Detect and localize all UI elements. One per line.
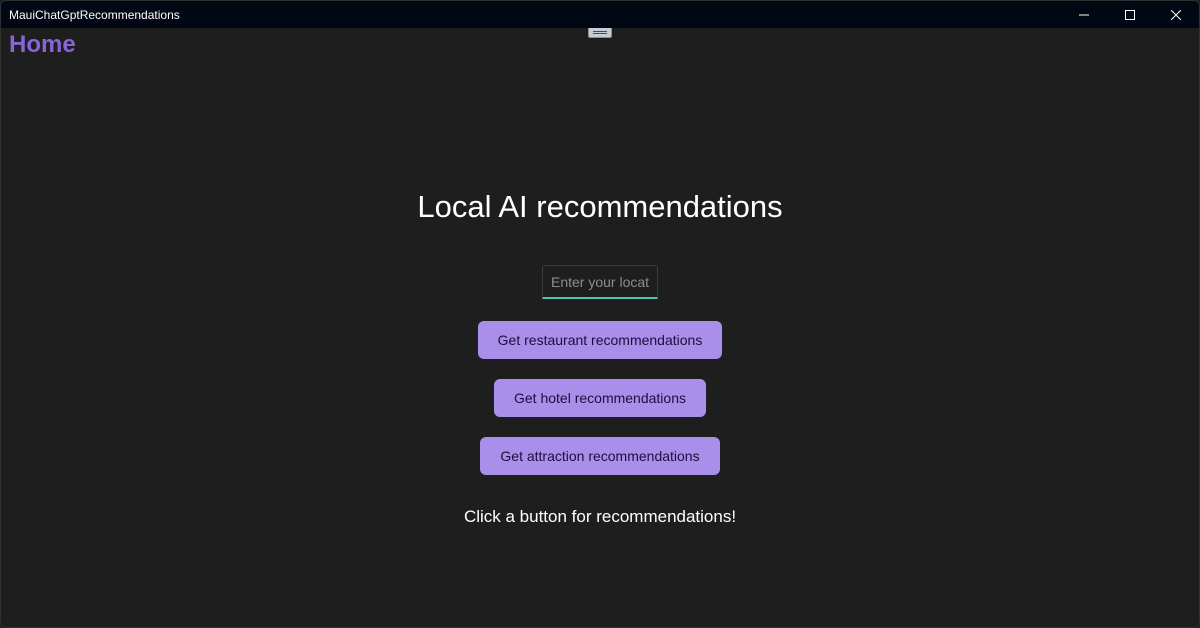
get-attraction-button[interactable]: Get attraction recommendations (480, 437, 719, 475)
maximize-button[interactable] (1107, 1, 1153, 28)
minimize-button[interactable] (1061, 1, 1107, 28)
minimize-icon (1079, 10, 1089, 20)
main-content: Local AI recommendations Get restaurant … (1, 61, 1199, 627)
close-button[interactable] (1153, 1, 1199, 28)
window-title: MauiChatGptRecommendations (9, 8, 180, 22)
nav-home[interactable]: Home (9, 31, 76, 59)
window-controls (1061, 1, 1199, 28)
hamburger-icon (593, 33, 607, 34)
hint-text: Click a button for recommendations! (464, 507, 736, 527)
close-icon (1171, 10, 1181, 20)
page-heading: Local AI recommendations (417, 189, 782, 225)
get-hotel-button[interactable]: Get hotel recommendations (494, 379, 706, 417)
titlebar[interactable]: MauiChatGptRecommendations (1, 1, 1199, 28)
get-restaurant-button[interactable]: Get restaurant recommendations (478, 321, 723, 359)
top-nav: Home (1, 28, 1199, 61)
flyout-handle[interactable] (588, 28, 612, 38)
location-input[interactable] (542, 265, 658, 299)
app-window: MauiChatGptRecommendations Home Local AI… (0, 0, 1200, 628)
hamburger-icon (593, 31, 607, 32)
maximize-icon (1125, 10, 1135, 20)
